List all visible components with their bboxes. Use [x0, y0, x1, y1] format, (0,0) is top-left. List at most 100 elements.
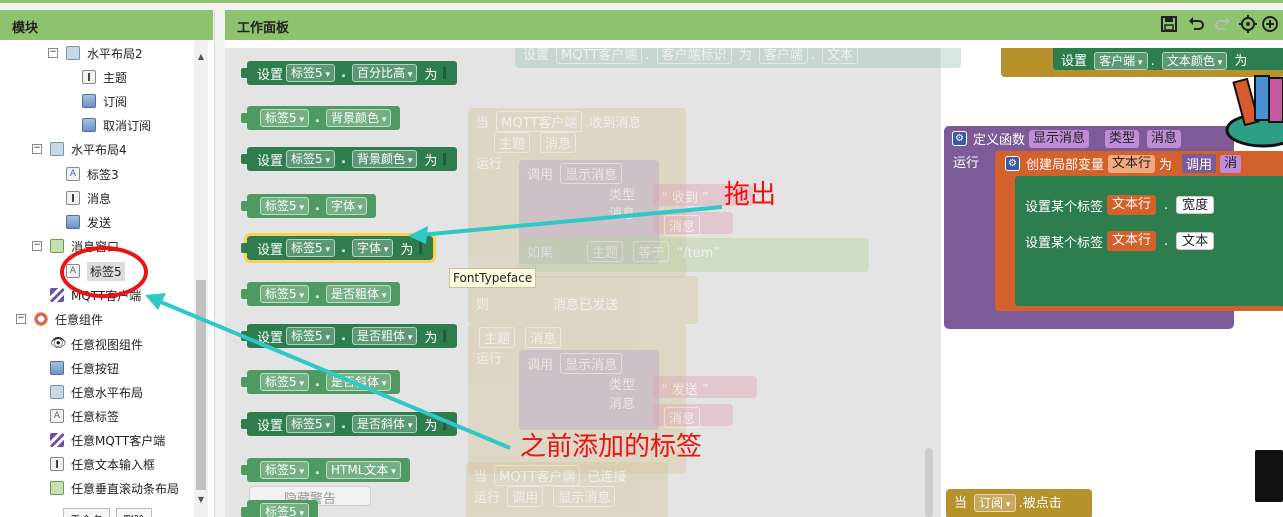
flyout-scrollbar[interactable]: [925, 448, 933, 517]
component-dropdown[interactable]: 标签5: [260, 503, 310, 517]
property-dropdown[interactable]: 背景颜色: [325, 109, 392, 127]
tree-item-any-view[interactable]: 👁 任意视图组件: [50, 333, 143, 355]
variable-dropdown[interactable]: 文本行: [1107, 231, 1157, 251]
redo-icon[interactable]: [1213, 15, 1231, 37]
scroll-down-icon[interactable]: ▼: [196, 495, 206, 505]
tree-item-any-hlayout[interactable]: 任意水平布局: [50, 381, 143, 403]
property-dropdown[interactable]: 是否粗体: [352, 327, 418, 345]
getter-bg-color-block[interactable]: 标签5 . 背景颜色: [241, 106, 401, 130]
ghost-dropdown: MQTT客户端: [496, 111, 583, 132]
tree-item-subscribe[interactable]: 订阅: [82, 90, 127, 112]
value-socket: [443, 330, 451, 342]
procedure-name-field[interactable]: 显示消息: [1029, 129, 1090, 148]
property-dropdown[interactable]: 是否斜体: [352, 415, 418, 433]
tree-item-any-component[interactable]: − 任意组件: [16, 308, 103, 330]
tree-item-any-vscroll[interactable]: 任意垂直滚动条布局: [50, 477, 179, 499]
property-dropdown[interactable]: 字体: [325, 197, 368, 215]
component-dropdown[interactable]: 标签5: [286, 327, 336, 345]
variable-dropdown[interactable]: 文本行: [1107, 195, 1157, 215]
call-block[interactable]: 调用: [1182, 154, 1217, 173]
scroll-up-icon[interactable]: ▲: [196, 52, 206, 62]
collapse-icon[interactable]: −: [32, 144, 42, 154]
property-dropdown[interactable]: 文本: [1176, 232, 1215, 250]
property-dropdown[interactable]: 文本颜色: [1161, 52, 1228, 70]
component-dropdown[interactable]: 标签5: [260, 197, 310, 215]
backpack-icon[interactable]: [1225, 60, 1283, 148]
set-label-width-block[interactable]: 设置某个标签 文本行 . 宽度: [1025, 195, 1218, 215]
getter-font-block[interactable]: 标签5 . 字体: [241, 194, 377, 218]
property-dropdown[interactable]: HTML文本: [325, 461, 401, 479]
property-dropdown[interactable]: 宽度: [1176, 196, 1215, 214]
gear-icon[interactable]: ⚙: [1005, 156, 1020, 171]
setter-bg-color-block[interactable]: 设置 标签5 . 背景颜色 为: [241, 147, 458, 171]
gear-icon[interactable]: ⚙: [952, 131, 967, 146]
property-dropdown[interactable]: 字体: [352, 239, 394, 257]
component-dropdown[interactable]: 订阅: [974, 494, 1016, 512]
component-dropdown[interactable]: 标签5: [286, 239, 336, 257]
component-dropdown[interactable]: 标签5: [260, 285, 310, 303]
component-dropdown[interactable]: 标签5: [260, 373, 310, 391]
block-notch: [241, 465, 248, 475]
rename-button[interactable]: 重命名: [63, 508, 110, 517]
save-icon[interactable]: [1160, 15, 1178, 37]
tree-item-send[interactable]: 发送: [66, 211, 111, 233]
collapse-icon[interactable]: −: [32, 241, 42, 251]
tree-item-topic[interactable]: 主题: [82, 66, 127, 88]
param-field[interactable]: 消息: [1147, 129, 1182, 148]
zoom-in-icon[interactable]: [1261, 15, 1279, 37]
collapse-icon[interactable]: −: [48, 48, 58, 58]
tree-item-label: 发送: [87, 215, 112, 230]
component-dropdown[interactable]: 标签5: [286, 150, 336, 168]
block-text: 当: [954, 496, 968, 511]
getter-html-text-block[interactable]: 标签5 . HTML文本: [241, 458, 410, 482]
tree-item-hlayout2[interactable]: − 水平布局2: [48, 42, 143, 64]
setter-percent-height-block[interactable]: 设置 标签5 . 百分比高 为: [241, 61, 458, 85]
tree-item-label: 任意标签: [71, 409, 120, 424]
tree-item-label3[interactable]: A 标签3: [66, 163, 119, 185]
undo-icon[interactable]: [1188, 15, 1206, 37]
ghost-param: 消息: [525, 327, 562, 348]
hlayout-icon: [50, 385, 64, 399]
tree-item-unsubscribe[interactable]: 取消订阅: [82, 114, 151, 136]
setter-italic-block[interactable]: 设置 标签5 . 是否斜体 为: [241, 412, 458, 436]
set-label-text-block[interactable]: 设置某个标签 文本行 . 文本: [1025, 231, 1218, 251]
click-event-block[interactable]: 当 订阅.被点击: [946, 489, 1092, 517]
component-dropdown[interactable]: 标签5: [260, 109, 310, 127]
tree-item-mqtt[interactable]: MQTT客户端: [50, 284, 141, 306]
tree-item-message[interactable]: 消息: [66, 187, 111, 209]
property-dropdown[interactable]: 是否粗体: [325, 285, 392, 303]
delete-button[interactable]: 删除: [116, 508, 152, 517]
getter-bold-block[interactable]: 标签5 . 是否粗体: [241, 282, 401, 306]
getter-partial-block[interactable]: 标签5: [241, 500, 319, 517]
center-icon[interactable]: [1239, 15, 1257, 37]
component-dropdown[interactable]: 标签5: [260, 461, 310, 479]
component-dropdown[interactable]: 客户端: [1094, 52, 1148, 70]
ghost-var-block: 消息: [653, 212, 733, 236]
tree-item-message-window[interactable]: − 消息窗口: [32, 235, 119, 257]
ghost-param: 主题: [494, 132, 531, 153]
property-dropdown[interactable]: 是否斜体: [325, 373, 392, 391]
blocks-canvas[interactable]: 设置 MQTT客户端. 客户端标识 为 客户端. 文本 当 MQTT客户端 .收到…: [225, 48, 1283, 517]
property-dropdown[interactable]: 百分比高: [352, 64, 418, 82]
property-dropdown[interactable]: 背景颜色: [352, 150, 418, 168]
component-dropdown[interactable]: 标签5: [286, 415, 336, 433]
setter-bold-block[interactable]: 设置 标签5 . 是否粗体 为: [241, 324, 458, 348]
variable-name-field[interactable]: 文本行: [1108, 154, 1156, 173]
trash-icon[interactable]: [1255, 450, 1283, 502]
tree-item-label: 任意按钮: [71, 361, 120, 376]
getter-italic-block[interactable]: 标签5 . 是否斜体: [241, 370, 401, 394]
param-field[interactable]: 类型: [1105, 129, 1140, 148]
tree-scrollbar[interactable]: ▲ ▼: [194, 40, 208, 517]
tree-item-any-button[interactable]: 任意按钮: [50, 357, 119, 379]
tree-item-any-label[interactable]: A 任意标签: [50, 405, 119, 427]
call-dropdown[interactable]: 消: [1220, 154, 1242, 173]
scrollbar-thumb[interactable]: [196, 280, 206, 490]
tree-item-hlayout4[interactable]: − 水平布局4: [32, 138, 127, 160]
tree-item-label5[interactable]: A 标签5: [66, 260, 125, 282]
tree-item-any-textbox[interactable]: 任意文本输入框: [50, 453, 155, 475]
component-dropdown[interactable]: 标签5: [286, 64, 336, 82]
setter-font-block[interactable]: 设置 标签5 . 字体 为: [241, 233, 437, 263]
collapse-icon[interactable]: −: [16, 314, 26, 324]
block-notch: [241, 201, 248, 211]
tree-item-any-mqtt[interactable]: 任意MQTT客户端: [50, 429, 165, 451]
